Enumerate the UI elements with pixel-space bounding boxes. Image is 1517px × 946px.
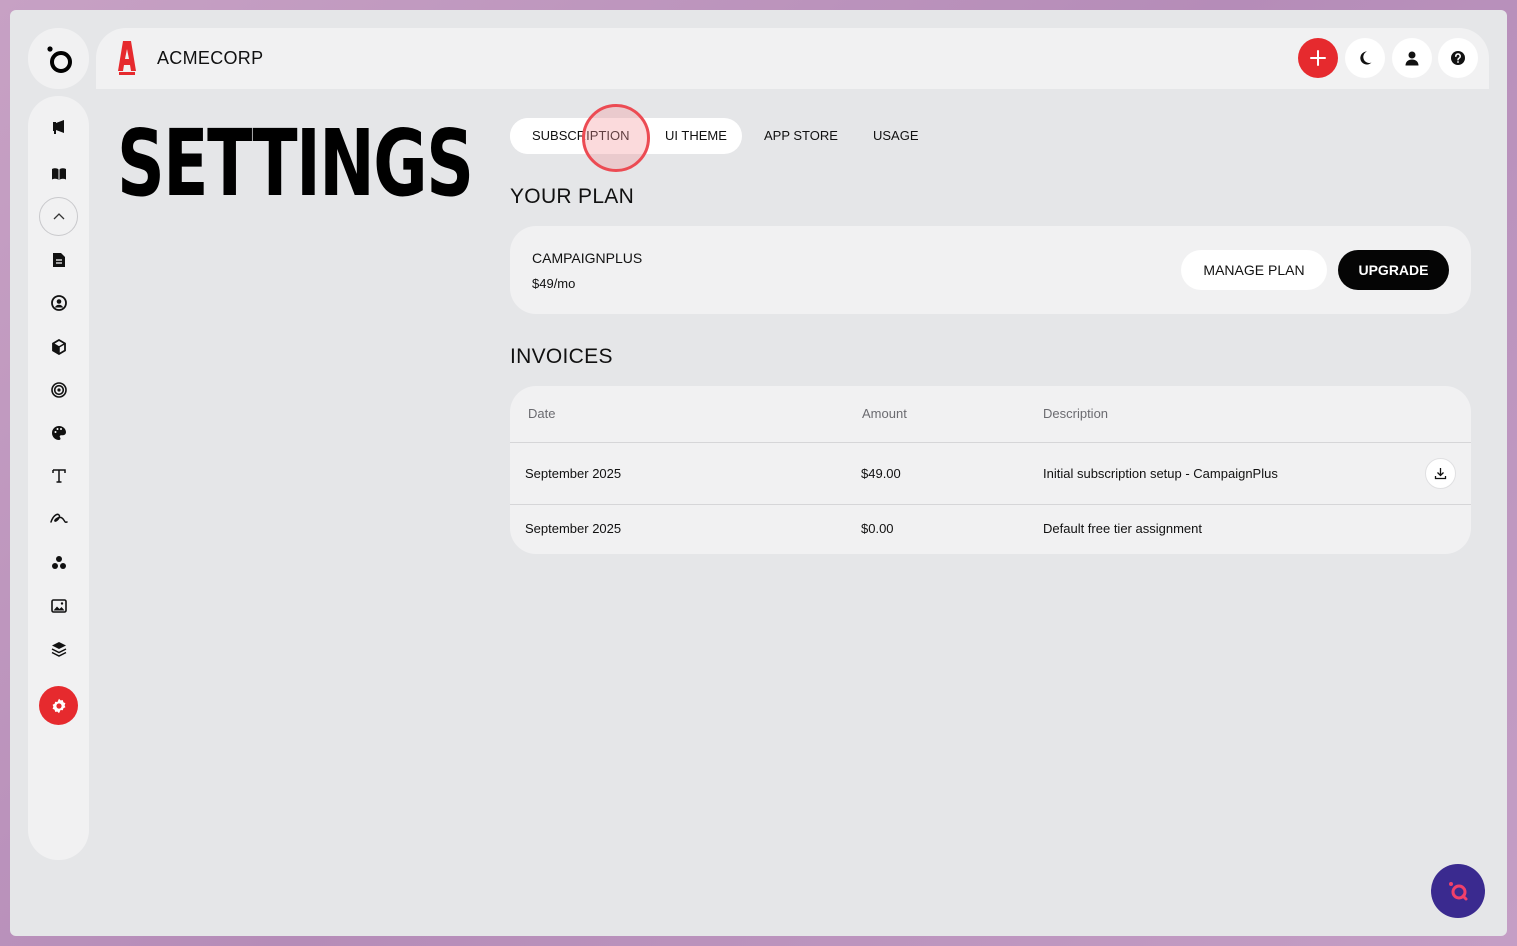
profile-button[interactable] bbox=[1392, 38, 1432, 78]
palette-icon bbox=[51, 425, 66, 440]
click-indicator bbox=[582, 104, 650, 172]
upgrade-button[interactable]: UPGRADE bbox=[1338, 250, 1449, 290]
table-row: September 2025 $49.00 Initial subscripti… bbox=[510, 443, 1471, 505]
column-amount: Amount bbox=[862, 406, 907, 421]
sidebar-item-campaigns[interactable] bbox=[39, 107, 78, 146]
plan-name: CAMPAIGNPLUS bbox=[532, 250, 643, 266]
sidebar-item-library[interactable] bbox=[39, 154, 78, 193]
sidebar-item-typography[interactable] bbox=[39, 456, 78, 495]
target-icon bbox=[50, 381, 67, 398]
chat-logo-icon bbox=[1449, 882, 1468, 901]
invoices-heading: INVOICES bbox=[510, 345, 613, 368]
invoice-amount: $49.00 bbox=[861, 466, 901, 481]
book-icon bbox=[51, 167, 66, 180]
sidebar-item-targets[interactable] bbox=[39, 370, 78, 409]
megaphone-icon bbox=[52, 119, 64, 134]
invoice-date: September 2025 bbox=[525, 521, 622, 536]
dark-mode-toggle[interactable] bbox=[1345, 38, 1385, 78]
help-icon bbox=[1451, 51, 1465, 65]
company-logo bbox=[118, 41, 136, 75]
user-icon bbox=[1405, 51, 1419, 66]
invoice-description: Default free tier assignment bbox=[1043, 521, 1202, 536]
cube-icon bbox=[51, 338, 66, 355]
app-logo-icon bbox=[46, 45, 72, 73]
plan-heading: YOUR PLAN bbox=[510, 185, 635, 208]
tab-app-store[interactable]: APP STORE bbox=[764, 118, 838, 154]
user-circle-icon bbox=[50, 294, 67, 311]
tab-ui-theme[interactable]: UI THEME bbox=[665, 118, 727, 154]
sidebar-item-documents[interactable] bbox=[39, 240, 78, 279]
sidebar-item-media[interactable] bbox=[39, 586, 78, 625]
plan-card: CAMPAIGNPLUS $49/mo MANAGE PLAN UPGRADE bbox=[510, 226, 1471, 314]
download-icon bbox=[1434, 468, 1447, 480]
plan-price: $49/mo bbox=[532, 276, 576, 291]
table-row: September 2025 $0.00 Default free tier a… bbox=[510, 505, 1471, 554]
tab-usage[interactable]: USAGE bbox=[873, 118, 919, 154]
create-button[interactable] bbox=[1298, 38, 1338, 78]
top-header: ACMECORP bbox=[96, 28, 1489, 89]
company-name: ACMECORP bbox=[157, 48, 264, 68]
help-button[interactable] bbox=[1438, 38, 1478, 78]
layers-icon bbox=[51, 641, 66, 657]
app-window: ACMECORP SETTINGS SUBSCRIPTION UI THEME … bbox=[10, 10, 1507, 936]
plus-icon bbox=[1310, 50, 1326, 66]
invoice-amount: $0.00 bbox=[861, 521, 894, 536]
sidebar-item-signatures[interactable] bbox=[39, 499, 78, 538]
sidebar-item-brand[interactable] bbox=[39, 413, 78, 452]
chat-assistant-button[interactable] bbox=[1431, 864, 1485, 918]
table-header: Date Amount Description bbox=[510, 386, 1471, 443]
column-date: Date bbox=[528, 406, 556, 421]
settings-gear-icon bbox=[52, 698, 65, 713]
image-icon bbox=[50, 598, 67, 613]
community-icon bbox=[51, 555, 66, 569]
document-icon bbox=[52, 252, 65, 267]
invoice-date: September 2025 bbox=[525, 466, 622, 481]
sidebar-item-settings[interactable] bbox=[39, 686, 78, 725]
invoices-table: Date Amount Description September 2025 $… bbox=[510, 386, 1471, 554]
moon-icon bbox=[1360, 51, 1372, 65]
chevron-up-icon bbox=[53, 212, 64, 219]
manage-plan-button[interactable]: MANAGE PLAN bbox=[1181, 250, 1327, 290]
sidebar-item-products[interactable] bbox=[39, 327, 78, 366]
sidebar-item-profile[interactable] bbox=[39, 283, 78, 322]
app-logo[interactable] bbox=[28, 28, 89, 89]
invoice-description: Initial subscription setup - CampaignPlu… bbox=[1043, 466, 1278, 481]
sidebar bbox=[28, 96, 89, 860]
page-title: SETTINGS bbox=[117, 110, 474, 217]
sidebar-item-layers[interactable] bbox=[39, 629, 78, 668]
text-icon bbox=[51, 468, 66, 483]
signature-icon bbox=[49, 513, 68, 523]
sidebar-item-audience[interactable] bbox=[39, 543, 78, 582]
download-invoice-button[interactable] bbox=[1425, 458, 1456, 489]
sidebar-collapse-button[interactable] bbox=[39, 197, 78, 236]
column-description: Description bbox=[1043, 406, 1109, 421]
